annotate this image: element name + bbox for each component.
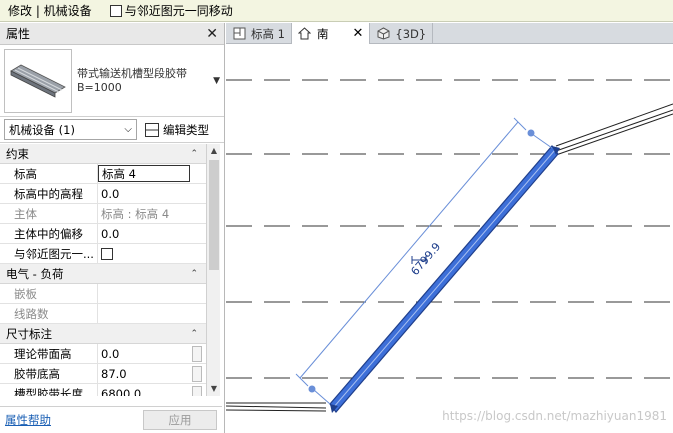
property-row: 嵌板 — [0, 284, 206, 304]
properties-footer: 属性帮助 应用 — [0, 406, 222, 432]
chevron-down-icon: ⌵ — [124, 124, 132, 135]
scroll-thumb[interactable] — [209, 160, 219, 270]
section-header-electrical-loads[interactable]: 电气 - 负荷 ⌃ — [0, 264, 206, 284]
type-selector[interactable]: 带式输送机槽型段胶带 B=1000 ▼ — [0, 45, 224, 117]
property-key: 与邻近图元一... — [0, 244, 98, 263]
property-key: 理论带面高 — [0, 344, 98, 363]
property-row: 胶带底高 87.0 — [0, 364, 206, 384]
associate-parameter-button[interactable] — [192, 345, 202, 362]
property-key: 标高中的高程 — [0, 184, 98, 203]
3d-view-icon — [376, 27, 390, 41]
view-tabs: 标高 1 南 ✕ {3D} — [226, 23, 673, 44]
type-name-line2: B=1000 — [77, 80, 122, 94]
tab-label: {3D} — [395, 26, 427, 41]
properties-help-link[interactable]: 属性帮助 — [5, 412, 51, 428]
close-icon[interactable]: ✕ — [206, 26, 218, 42]
tab-label: 南 — [316, 26, 329, 41]
property-row: 理论带面高 0.0 — [0, 344, 206, 364]
properties-header: 属性 ✕ — [0, 23, 224, 45]
property-row: 主体 标高 : 标高 4 — [0, 204, 206, 224]
scroll-down-icon[interactable]: ▼ — [207, 382, 221, 396]
dropdown-arrow-icon[interactable]: ▼ — [213, 76, 220, 86]
property-key: 嵌板 — [0, 284, 98, 303]
associate-parameter-button[interactable] — [192, 385, 202, 396]
drawing-canvas[interactable]: 6799.9 https://blog.csdn.net/mazhiyuan19… — [226, 44, 673, 433]
property-key: 主体中的偏移 — [0, 224, 98, 243]
revit-window: 修改 | 机械设备 与邻近图元一同移动 属性 ✕ 带式输送机槽型段胶带 B=10 — [0, 0, 673, 433]
section-title: 尺寸标注 — [6, 326, 52, 341]
conveyor-thumbnail-icon — [10, 64, 66, 98]
tab-label: 标高 1 — [251, 26, 285, 41]
associate-parameter-button[interactable] — [192, 365, 202, 382]
move-with-nearby-option[interactable]: 与邻近图元一同移动 — [109, 2, 233, 19]
collapse-icon[interactable]: ⌃ — [190, 269, 198, 279]
floor-plan-icon — [232, 27, 246, 41]
property-row: 主体中的偏移 0.0 — [0, 224, 206, 244]
tab-south[interactable]: 南 ✕ — [291, 23, 371, 44]
property-row: 槽型胶带长度 6800.0 — [0, 384, 206, 396]
property-key: 主体 — [0, 204, 98, 223]
property-key: 胶带底高 — [0, 364, 98, 383]
scroll-up-icon[interactable]: ▲ — [207, 144, 221, 158]
level-value-field[interactable]: 标高 4 — [98, 165, 190, 182]
collapse-icon[interactable]: ⌃ — [190, 149, 198, 159]
selected-conveyor[interactable] — [329, 145, 560, 413]
context-label: 修改 | 机械设备 — [8, 4, 92, 18]
property-key: 槽型胶带长度 — [0, 384, 98, 396]
type-name: 带式输送机槽型段胶带 B=1000 — [77, 67, 213, 95]
instance-selector[interactable]: 机械设备 (1) ⌵ — [4, 119, 137, 140]
property-value[interactable]: 0.0 — [98, 224, 206, 243]
type-name-line1: 带式输送机槽型段胶带 — [77, 66, 187, 80]
property-value[interactable]: 0.0 — [98, 344, 206, 363]
property-value[interactable]: 0.0 — [98, 184, 206, 203]
tab-3d[interactable]: {3D} — [370, 23, 434, 44]
property-value: 标高 : 标高 4 — [101, 206, 170, 221]
upper-conveyor-segment — [555, 103, 673, 156]
elevation-icon — [298, 27, 312, 41]
property-value[interactable]: 6800.0 — [98, 384, 206, 396]
options-bar: 修改 | 机械设备 与邻近图元一同移动 — [0, 0, 673, 22]
property-value[interactable]: 87.0 — [98, 364, 206, 383]
level-lines — [226, 79, 673, 379]
property-value — [98, 284, 206, 303]
section-header-dimensions[interactable]: 尺寸标注 ⌃ — [0, 324, 206, 344]
section-header-constraints[interactable]: 约束 ⌃ — [0, 144, 206, 164]
apply-button[interactable]: 应用 — [143, 409, 217, 430]
property-row: 标高中的高程 0.0 — [0, 184, 206, 204]
watermark: https://blog.csdn.net/mazhiyuan1981 — [442, 409, 667, 423]
properties-palette: 属性 ✕ 带式输送机槽型段胶带 B=1000 ▼ 机械设备 (1) ⌵ 编辑类型… — [0, 23, 225, 433]
property-value[interactable] — [98, 244, 206, 263]
properties-scrollbar[interactable]: ▲ ▼ — [206, 144, 220, 396]
property-key: 线路数 — [0, 304, 98, 323]
lower-conveyor-segment — [226, 402, 327, 412]
property-row: 线路数 — [0, 304, 206, 324]
properties-grid: 约束 ⌃ 标高 标高 4 标高中的高程 0.0 主体 标高 : 标高 4 主体中… — [0, 144, 222, 396]
tab-level-1[interactable]: 标高 1 — [226, 23, 292, 44]
edit-type-icon — [145, 122, 159, 137]
instance-filter-row: 机械设备 (1) ⌵ 编辑类型 — [0, 117, 224, 143]
property-key: 标高 — [0, 164, 98, 183]
move-with-nearby-checkbox[interactable] — [109, 4, 122, 17]
type-thumbnail — [4, 48, 72, 113]
property-row: 标高 标高 4 — [0, 164, 206, 184]
move-with-nearby-property-checkbox[interactable] — [101, 247, 113, 260]
elevation-drawing: 6799.9 — [226, 79, 673, 413]
edit-type-button[interactable]: 编辑类型 — [145, 122, 209, 138]
move-with-nearby-label: 与邻近图元一同移动 — [124, 4, 233, 18]
edit-type-label: 编辑类型 — [163, 122, 209, 137]
property-row: 与邻近图元一... — [0, 244, 206, 264]
section-title: 约束 — [6, 146, 29, 161]
close-tab-icon[interactable]: ✕ — [352, 26, 363, 41]
instance-selector-value: 机械设备 (1) — [9, 122, 75, 137]
property-value — [98, 304, 206, 323]
collapse-icon[interactable]: ⌃ — [190, 329, 198, 339]
properties-title: 属性 — [6, 27, 31, 41]
section-title: 电气 - 负荷 — [6, 266, 64, 281]
